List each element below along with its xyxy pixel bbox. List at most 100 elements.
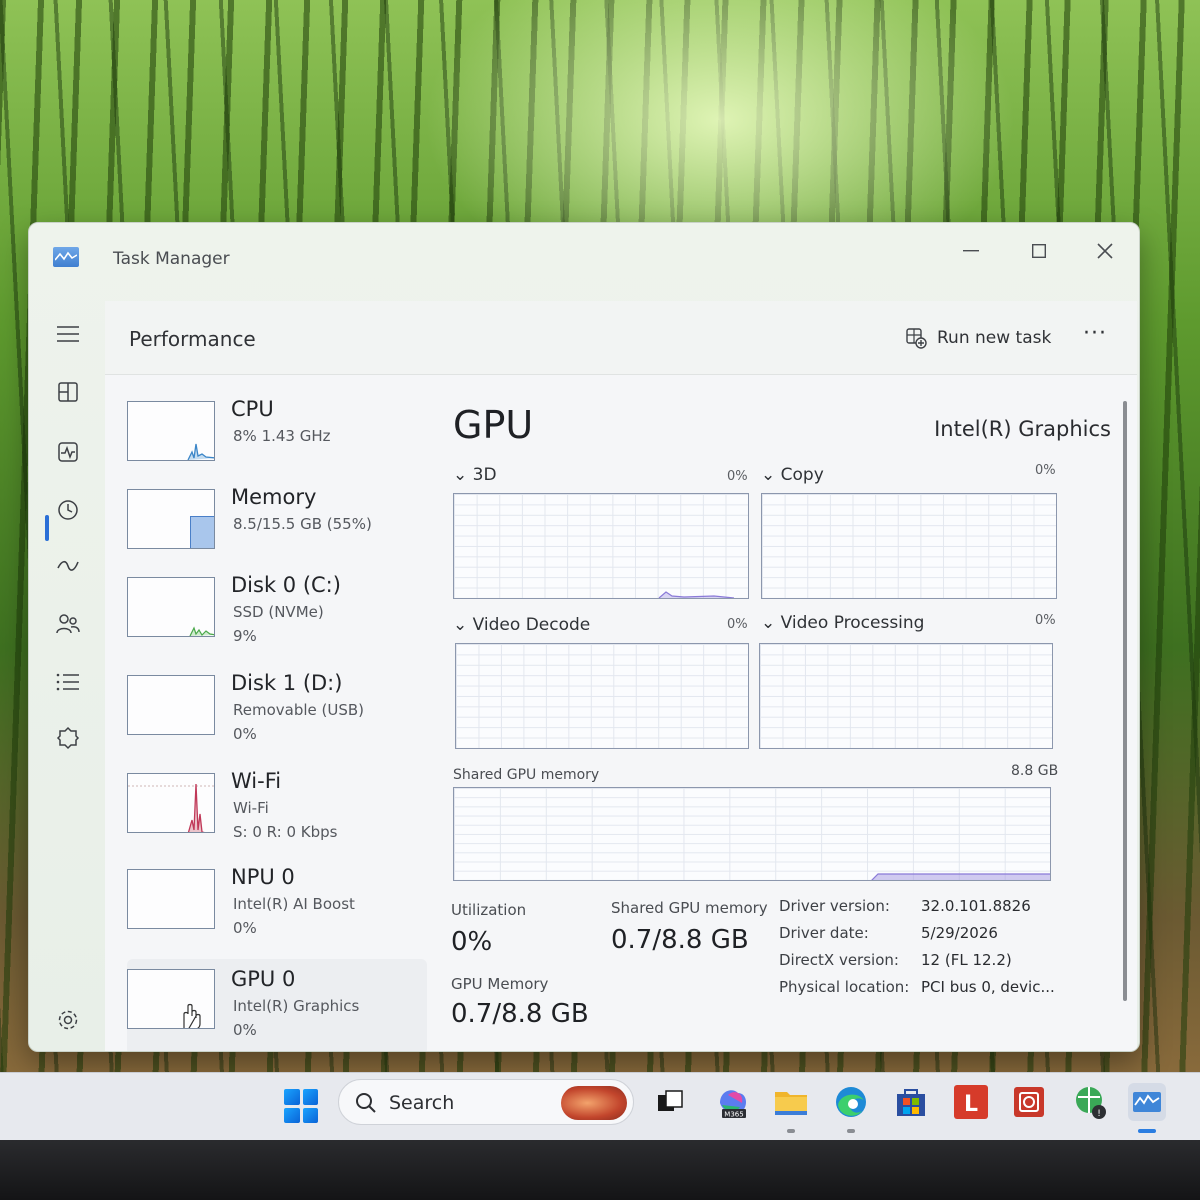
engine-video-processing-pct: 0% — [1035, 613, 1056, 628]
windows-start-icon[interactable] — [284, 1089, 318, 1123]
engine-copy-label[interactable]: ⌄ Copy — [761, 465, 824, 485]
gpu-detail-pane: GPU Intel(R) Graphics ⌄ 3D 0% ⌄ Copy 0% … — [445, 375, 1125, 1051]
task-manager-window: Task Manager Performance Run new task ··… — [28, 222, 1140, 1052]
users-icon[interactable] — [51, 607, 85, 641]
selected-indicator — [45, 515, 49, 541]
title-bar[interactable]: Task Manager — [29, 223, 1139, 295]
gpu-memory-label: GPU Memory — [451, 975, 549, 993]
processes-icon[interactable] — [51, 375, 85, 409]
device-item-npu[interactable]: NPU 0 Intel(R) AI Boost 0% — [127, 863, 427, 951]
svg-text:!: ! — [1097, 1109, 1101, 1119]
m365-label: M365 — [724, 1111, 743, 1119]
m365-copilot-icon[interactable]: M365 — [714, 1083, 752, 1121]
device-usage: 0% — [233, 1021, 257, 1039]
device-item-cpu[interactable]: CPU 8% 1.43 GHz — [127, 395, 427, 483]
nav-rail — [29, 303, 105, 1051]
powerpoint-icon[interactable] — [1010, 1083, 1048, 1121]
services-icon[interactable] — [51, 721, 85, 755]
engine-video-decode-pct: 0% — [727, 617, 748, 632]
device-usage: 0% — [233, 919, 257, 937]
chevron-down-icon: ⌄ — [453, 615, 468, 635]
device-name: Memory — [231, 485, 317, 509]
startup-apps-icon[interactable] — [51, 549, 85, 583]
maximize-button[interactable] — [1009, 231, 1069, 271]
device-name: CPU — [231, 397, 274, 421]
app-history-icon[interactable] — [51, 493, 85, 527]
device-item-gpu[interactable]: GPU 0 Intel(R) Graphics 0% — [127, 959, 427, 1051]
disk0-thumbnail — [127, 577, 215, 637]
directx-version-label: DirectX version: — [779, 951, 899, 969]
device-name: Disk 1 (D:) — [231, 671, 343, 695]
cpu-thumbnail — [127, 401, 215, 461]
gpu-title: GPU — [453, 403, 534, 447]
task-manager-app-icon — [53, 247, 79, 267]
driver-date-value: 5/29/2026 — [921, 924, 998, 942]
chevron-down-icon: ⌄ — [761, 465, 776, 485]
content-header: Performance Run new task ··· — [105, 301, 1137, 375]
vertical-scrollbar[interactable] — [1123, 401, 1127, 1001]
device-usage: 0% — [233, 725, 257, 743]
device-detail: 8.5/15.5 GB (55%) — [233, 515, 372, 533]
run-task-icon — [906, 328, 927, 349]
edge-running-indicator — [847, 1129, 855, 1133]
file-explorer-icon[interactable] — [772, 1083, 810, 1121]
engine-copy-pct: 0% — [1035, 463, 1056, 478]
memory-thumbnail — [127, 489, 215, 549]
device-name: GPU 0 — [231, 967, 296, 991]
settings-icon[interactable] — [51, 1003, 85, 1037]
details-icon[interactable] — [51, 665, 85, 699]
utilization-label: Utilization — [451, 901, 527, 919]
device-item-disk0[interactable]: Disk 0 (C:) SSD (NVMe) 9% — [127, 571, 427, 659]
window-title: Task Manager — [113, 249, 230, 269]
chevron-down-icon: ⌄ — [761, 613, 776, 633]
engine-copy-graph — [761, 493, 1057, 599]
device-detail: Wi-Fi — [233, 799, 269, 817]
chevron-down-icon: ⌄ — [453, 465, 468, 485]
device-usage: S: 0 R: 0 Kbps — [233, 823, 338, 841]
device-detail: 8% 1.43 GHz — [233, 427, 331, 445]
engine-3d-pct: 0% — [727, 469, 748, 484]
hamburger-icon[interactable] — [51, 317, 85, 351]
physical-location-value: PCI bus 0, devic... — [921, 978, 1055, 996]
wifi-thumbnail — [127, 773, 215, 833]
engine-3d-label[interactable]: ⌄ 3D — [453, 465, 497, 485]
performance-icon[interactable] — [51, 435, 85, 469]
device-item-disk1[interactable]: Disk 1 (D:) Removable (USB) 0% — [127, 669, 427, 757]
physical-location-label: Physical location: — [779, 978, 910, 996]
task-view-icon[interactable] — [652, 1083, 690, 1121]
engine-video-decode-label[interactable]: ⌄ Video Decode — [453, 615, 590, 635]
gpu-memory-value: 0.7/8.8 GB — [451, 999, 589, 1029]
engine-video-processing-label[interactable]: ⌄ Video Processing — [761, 613, 924, 633]
more-options-button[interactable]: ··· — [1083, 321, 1107, 346]
device-detail: Intel(R) Graphics — [233, 997, 360, 1015]
edge-browser-icon[interactable] — [832, 1083, 870, 1121]
l-app-icon[interactable]: L — [952, 1083, 990, 1121]
taskbar-search-box[interactable]: Search — [338, 1079, 634, 1125]
search-highlight-image — [561, 1086, 627, 1120]
device-detail: SSD (NVMe) — [233, 603, 324, 621]
microsoft-store-icon[interactable] — [892, 1083, 930, 1121]
device-item-wifi[interactable]: Wi-Fi Wi-Fi S: 0 R: 0 Kbps — [127, 767, 427, 855]
l-app-label: L — [964, 1092, 978, 1117]
device-list: CPU 8% 1.43 GHz Memory 8.5/15.5 GB (55%)… — [105, 375, 427, 1051]
shared-memory-graph-max: 8.8 GB — [1011, 763, 1059, 779]
device-name: Disk 0 (C:) — [231, 573, 341, 597]
gpu-model: Intel(R) Graphics — [934, 417, 1111, 441]
device-item-memory[interactable]: Memory 8.5/15.5 GB (55%) — [127, 483, 427, 571]
hand-cursor-icon — [183, 1003, 201, 1028]
performance-content: Performance Run new task ··· CPU 8% 1.43… — [105, 301, 1137, 1051]
task-manager-running-indicator — [1138, 1129, 1156, 1133]
driver-date-label: Driver date: — [779, 924, 869, 942]
run-new-task-button[interactable]: Run new task — [905, 323, 1051, 353]
taskbar: Search M365 L ! — [0, 1072, 1200, 1142]
search-label: Search — [389, 1092, 455, 1114]
close-button[interactable] — [1075, 231, 1135, 271]
device-usage: 9% — [233, 627, 257, 645]
device-name: Wi-Fi — [231, 769, 282, 793]
minimize-button[interactable] — [941, 231, 1001, 271]
engine-3d-graph — [453, 493, 749, 599]
network-app-icon[interactable]: ! — [1070, 1083, 1108, 1121]
engine-video-decode-graph — [455, 643, 749, 749]
task-manager-taskbar-icon[interactable] — [1128, 1083, 1166, 1121]
shared-gpu-memory-label: Shared GPU memory — [611, 899, 768, 917]
